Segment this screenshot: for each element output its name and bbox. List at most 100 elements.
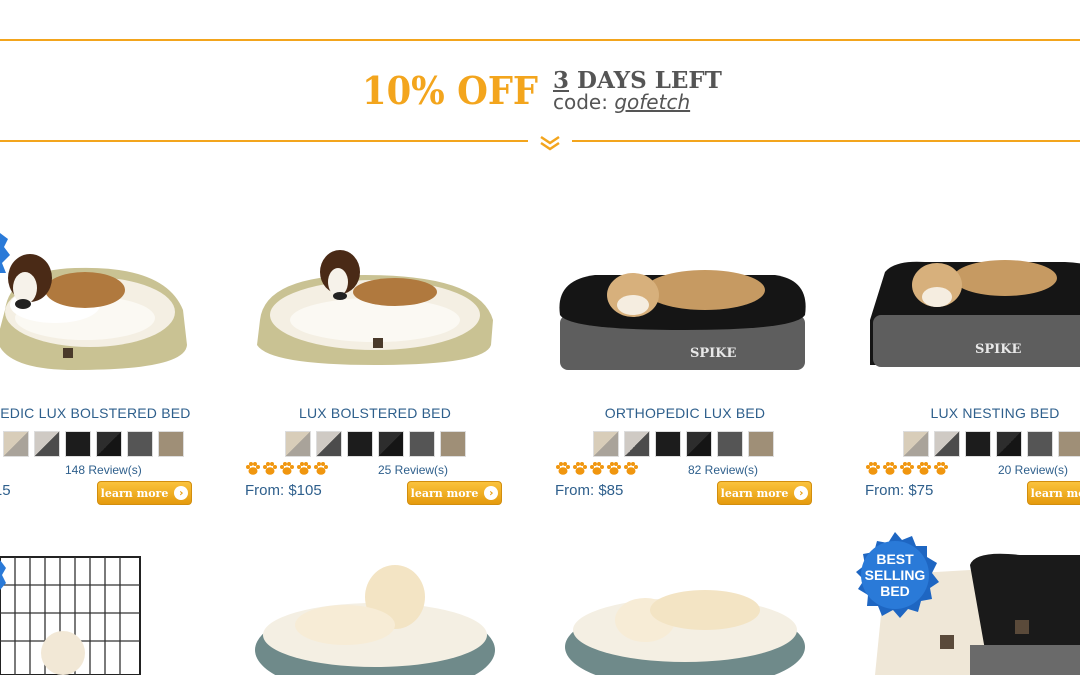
paw-icon: [556, 462, 570, 475]
paw-rating: [245, 461, 329, 476]
swatch[interactable]: [285, 431, 311, 457]
swatch[interactable]: [158, 431, 184, 457]
product-name[interactable]: ORTHOPEDIC LUX BED: [555, 405, 815, 421]
paw-icon: [0, 461, 1, 476]
promo-code-value[interactable]: gofetch: [614, 90, 690, 114]
color-swatches: [593, 431, 774, 457]
product-card: [0, 535, 195, 675]
swatch[interactable]: [934, 431, 960, 457]
swatch[interactable]: [3, 431, 29, 457]
color-swatches: [903, 431, 1080, 457]
paw-rating: [555, 461, 639, 476]
product-price: From: $85: [555, 482, 624, 499]
paw-icon: [246, 462, 260, 475]
embroidery-text: SPIKE: [975, 342, 1022, 357]
swatch[interactable]: [593, 431, 619, 457]
paw-icon: [624, 462, 638, 475]
arrow-right-icon: ›: [794, 486, 809, 500]
swatch[interactable]: [65, 431, 91, 457]
swatch[interactable]: [96, 431, 122, 457]
swatch[interactable]: [1058, 431, 1080, 457]
swatch[interactable]: [965, 431, 991, 457]
product-card: SPIKE ORTHOPEDIC LUX BED 82 Review(s) Fr…: [555, 220, 815, 510]
swatch[interactable]: [440, 431, 466, 457]
swatch[interactable]: [686, 431, 712, 457]
product-price: From: $105: [245, 482, 322, 499]
paw-icon: [934, 462, 948, 475]
product-card: [245, 535, 505, 675]
paw-icon: [917, 462, 931, 475]
learn-more-button[interactable]: learn more ›: [717, 481, 812, 505]
promo-top-rule: [0, 39, 1080, 41]
product-image[interactable]: [555, 535, 815, 675]
swatch[interactable]: [34, 431, 60, 457]
learn-more-button[interactable]: learn more ›: [407, 481, 502, 505]
badge-edge-icon: [0, 560, 6, 590]
paw-icon: [883, 462, 897, 475]
swatch[interactable]: [903, 431, 929, 457]
learn-more-label: learn more: [1030, 486, 1080, 500]
product-card: [555, 535, 815, 675]
promo-code: code: gofetch: [553, 90, 690, 114]
paw-rating: [865, 461, 949, 476]
swatch[interactable]: [624, 431, 650, 457]
promo-code-label: code:: [553, 90, 615, 114]
paw-icon: [590, 462, 604, 475]
paw-icon: [900, 462, 914, 475]
review-count[interactable]: 82 Review(s): [688, 463, 758, 477]
paw-icon: [297, 462, 311, 475]
arrow-right-icon: ›: [484, 486, 499, 500]
swatch[interactable]: [127, 431, 153, 457]
product-image[interactable]: SPIKE: [555, 220, 815, 385]
paw-icon: [573, 462, 587, 475]
swatch[interactable]: [316, 431, 342, 457]
paw-icon: [263, 462, 277, 475]
product-image[interactable]: [0, 220, 195, 385]
product-image[interactable]: [245, 220, 505, 385]
product-name[interactable]: LUX BOLSTERED BED: [245, 405, 505, 421]
review-count[interactable]: 25 Review(s): [378, 463, 448, 477]
product-card: BEST SELLING BED: [845, 532, 1080, 675]
learn-more-button[interactable]: learn more›: [1027, 481, 1080, 505]
swatch[interactable]: [717, 431, 743, 457]
product-name[interactable]: ORTHOPEDIC LUX BOLSTERED BED: [0, 405, 195, 421]
swatch[interactable]: [378, 431, 404, 457]
badge-line2: SELLING: [865, 567, 926, 583]
product-card: SPIKE LUX NESTING BED 20 Review(s) From:…: [865, 220, 1080, 510]
review-count[interactable]: 148 Review(s): [65, 463, 142, 477]
learn-more-label: learn more: [100, 486, 169, 500]
paw-icon: [314, 462, 328, 475]
learn-more-label: learn more: [410, 486, 479, 500]
learn-more-button[interactable]: learn more ›: [97, 481, 192, 505]
swatch[interactable]: [748, 431, 774, 457]
paw-rating: [0, 461, 1, 476]
arrow-right-icon: ›: [174, 486, 189, 500]
double-chevron-down-icon[interactable]: [539, 135, 561, 151]
swatch[interactable]: [409, 431, 435, 457]
product-price: From: $115: [0, 482, 11, 499]
product-card: LUX BOLSTERED BED 25 Review(s) From: $10…: [245, 220, 505, 510]
swatch[interactable]: [1027, 431, 1053, 457]
page: 10% OFF 3 DAYS LEFT code: gofetch ORTHOP…: [0, 0, 1080, 675]
product-card: ORTHOPEDIC LUX BOLSTERED BED 148 Review(…: [0, 220, 195, 510]
product-price: From: $75: [865, 482, 934, 499]
promo-discount: 10% OFF: [362, 68, 539, 113]
badge-edge-icon: [0, 233, 10, 273]
learn-more-label: learn more: [720, 486, 789, 500]
product-image[interactable]: [245, 535, 505, 675]
badge-line3: BED: [880, 583, 910, 599]
color-swatches: [3, 431, 184, 457]
paw-icon: [280, 462, 294, 475]
swatch[interactable]: [996, 431, 1022, 457]
product-image[interactable]: SPIKE: [865, 220, 1080, 385]
product-name[interactable]: LUX NESTING BED: [865, 405, 1080, 421]
paw-icon: [607, 462, 621, 475]
swatch[interactable]: [655, 431, 681, 457]
badge-line1: BEST: [876, 551, 914, 567]
swatch[interactable]: [347, 431, 373, 457]
paw-icon: [866, 462, 880, 475]
product-image[interactable]: [0, 535, 195, 675]
color-swatches: [285, 431, 466, 457]
review-count[interactable]: 20 Review(s): [998, 463, 1068, 477]
embroidery-text: SPIKE: [690, 346, 737, 361]
